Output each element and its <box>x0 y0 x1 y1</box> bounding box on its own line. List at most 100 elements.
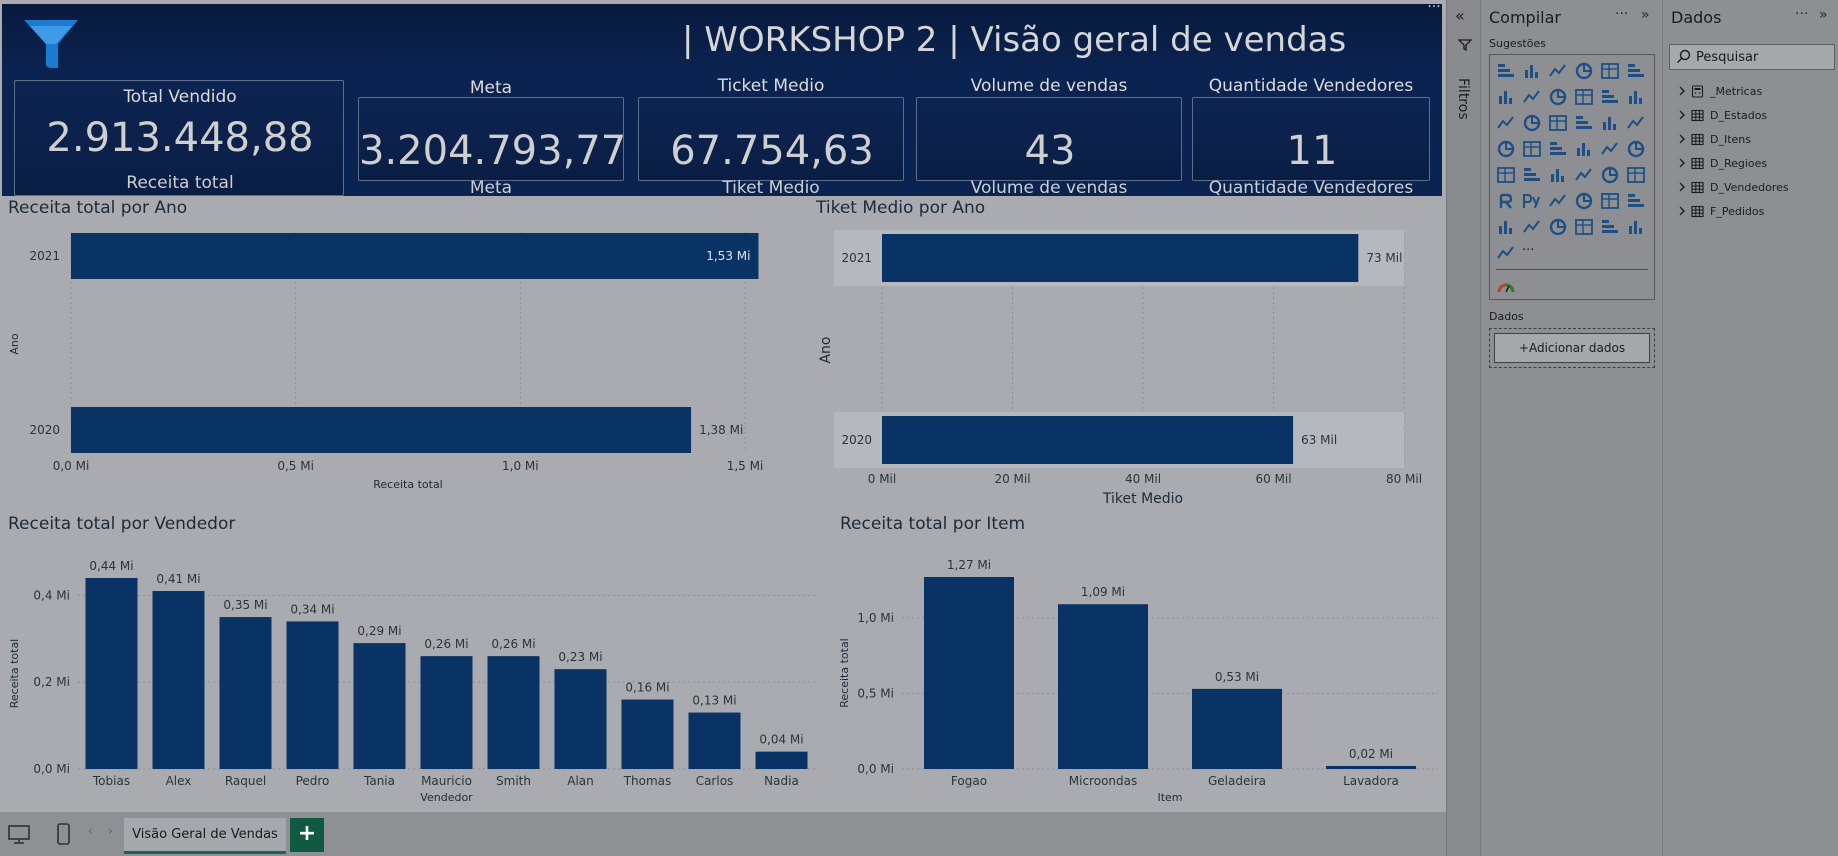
mobile-view-icon[interactable] <box>50 822 76 846</box>
kpi-card-meta[interactable]: 3.204.793,77 <box>358 97 626 181</box>
smart-narrative-icon[interactable] <box>1626 191 1646 211</box>
azure-map-icon[interactable] <box>1600 139 1620 159</box>
matrix-icon[interactable] <box>1626 165 1646 185</box>
card-icon[interactable] <box>1496 165 1516 185</box>
search-box[interactable] <box>1669 44 1835 70</box>
chevron-right-icon[interactable] <box>1677 133 1687 145</box>
key-influencers-icon[interactable] <box>1548 191 1568 211</box>
filled-map-icon[interactable] <box>1548 139 1568 159</box>
x-category-label: Alex <box>166 774 192 788</box>
build-more-options-icon[interactable]: ··· <box>1615 6 1628 22</box>
tab-scroll-right-icon[interactable]: › <box>108 824 113 838</box>
add-page-button[interactable]: + <box>290 818 324 852</box>
chevron-right-icon[interactable] <box>1677 85 1687 97</box>
kpi-card-quantidade-vendedores[interactable]: 11 <box>1192 97 1430 181</box>
collapse-filters-icon[interactable]: « <box>1455 6 1465 25</box>
scatter-icon[interactable] <box>1574 113 1594 133</box>
donut-icon[interactable] <box>1626 113 1646 133</box>
y-tick-label: 0,4 Mi <box>33 588 70 602</box>
visual-receita-por-vendedor[interactable]: Receita total por Vendedor 0,0 Mi 0,2 Mi 0… <box>0 512 824 812</box>
metrics-icon[interactable] <box>1600 217 1620 237</box>
add-data-button[interactable]: +Adicionar dados <box>1494 333 1650 363</box>
line-stacked-column-icon[interactable] <box>1600 87 1620 107</box>
visual-more-options-icon[interactable]: ··· <box>1424 0 1444 16</box>
search-input[interactable] <box>1696 48 1830 66</box>
funnel-logo-icon <box>24 20 78 72</box>
chevron-right-icon[interactable] <box>1677 181 1687 193</box>
treemap-icon[interactable] <box>1496 139 1516 159</box>
visual-ticket-por-ano[interactable]: Tiket Medio por Ano 0 Mil 20 Mil 40 Mil 60 … <box>812 196 1442 512</box>
table-item[interactable]: D_Itens <box>1677 130 1827 150</box>
kpi-subtitle: Tiket Medio <box>722 178 820 198</box>
power-apps-icon[interactable] <box>1548 217 1568 237</box>
table-icon <box>1691 109 1704 122</box>
stacked-bar-icon[interactable] <box>1496 61 1516 81</box>
kpi-card-volume-vendas[interactable]: 43 <box>916 97 1182 181</box>
ribbon-icon[interactable] <box>1548 87 1568 107</box>
table-item[interactable]: D_Vendedores <box>1677 178 1827 198</box>
kpi-card-total-vendido[interactable]: Total Vendido 2.913.448,88 Receita total <box>14 80 344 196</box>
power-bi-visual-icon[interactable] <box>1626 217 1646 237</box>
shape-map-icon[interactable] <box>1574 139 1594 159</box>
visual-receita-por-ano[interactable]: Receita total por Ano 0,0 Mi 0,5 Mi 1,0 Mi… <box>0 196 812 496</box>
x-category-label: Raquel <box>225 774 266 788</box>
paginated-report-icon[interactable] <box>1522 217 1542 237</box>
table-item[interactable]: D_Regioes <box>1677 154 1827 174</box>
clustered-bar-icon[interactable] <box>1548 61 1568 81</box>
table-item[interactable]: _Metricas <box>1677 82 1827 102</box>
visual-title: Receita total por Vendedor <box>8 514 236 534</box>
waterfall-icon[interactable] <box>1626 87 1646 107</box>
data-label: 0,26 Mi <box>491 637 535 651</box>
paginated-report-icon-graphic <box>1523 220 1540 233</box>
desktop-view-icon[interactable] <box>6 822 32 846</box>
line-chart-icon[interactable] <box>1496 87 1516 107</box>
line-column-icon[interactable] <box>1522 87 1542 107</box>
data-label: 0,53 Mi <box>1215 670 1259 684</box>
area-chart-icon-graphic <box>1575 89 1593 105</box>
data-label: 0,35 Mi <box>223 598 267 612</box>
stacked-area-icon[interactable] <box>1496 113 1516 133</box>
data-label: 0,02 Mi <box>1349 747 1393 761</box>
ribbon-icon-graphic <box>1549 88 1567 106</box>
clustered-column-icon[interactable] <box>1574 61 1594 81</box>
r-visual-icon[interactable] <box>1496 191 1516 211</box>
chevron-right-icon[interactable] <box>1677 109 1687 121</box>
data-expand-icon[interactable]: » <box>1819 7 1828 23</box>
python-visual-icon[interactable] <box>1522 191 1542 211</box>
kpi-icon[interactable] <box>1548 165 1568 185</box>
100-bar-icon[interactable] <box>1600 61 1620 81</box>
more-visuals-icon[interactable]: ··· <box>1522 243 1542 263</box>
decomposition-tree-icon[interactable] <box>1574 191 1594 211</box>
table-icon[interactable] <box>1600 165 1620 185</box>
x-category-label: Tobias <box>92 774 130 788</box>
chevron-right-icon[interactable] <box>1677 205 1687 217</box>
stacked-column-icon[interactable] <box>1522 61 1542 81</box>
funnel-icon[interactable] <box>1548 113 1568 133</box>
data-more-options-icon[interactable]: ··· <box>1795 6 1808 22</box>
narrative-chevron-icon[interactable] <box>1496 243 1516 263</box>
pie-icon[interactable] <box>1600 113 1620 133</box>
qna-icon[interactable] <box>1600 191 1620 211</box>
visual-title: Receita total por Item <box>840 514 1026 534</box>
kpi-card-ticket-medio[interactable]: 67.754,63 <box>638 97 904 181</box>
build-expand-icon[interactable]: » <box>1641 7 1650 23</box>
slicer-icon[interactable] <box>1574 165 1594 185</box>
gauge-icon[interactable] <box>1626 139 1646 159</box>
area-chart-icon[interactable] <box>1574 87 1594 107</box>
tab-visao-geral-de-vendas[interactable]: Visão Geral de Vendas <box>124 818 286 854</box>
page-title: | WORKSHOP 2 | Visão geral de vendas <box>682 20 1347 60</box>
visual-receita-por-item[interactable]: Receita total por Item 0,0 Mi 0,5 Mi 1,0 M… <box>836 512 1444 812</box>
power-automate-icon[interactable] <box>1574 217 1594 237</box>
chevron-right-icon[interactable] <box>1677 157 1687 169</box>
filters-label[interactable]: Filtros <box>1447 66 1481 146</box>
multirow-card-icon[interactable] <box>1522 165 1542 185</box>
column-line-icon[interactable] <box>1522 113 1542 133</box>
100-column-icon[interactable] <box>1626 61 1646 81</box>
x-tick-label: 40 Mil <box>1125 472 1161 486</box>
table-item[interactable]: F_Pedidos <box>1677 202 1827 222</box>
trophy-icon[interactable] <box>1496 217 1516 237</box>
tab-scroll-left-icon[interactable]: ‹ <box>88 824 93 838</box>
map-icon[interactable] <box>1522 139 1542 159</box>
custom-gauge-visual-icon[interactable] <box>1496 277 1516 297</box>
table-item[interactable]: D_Estados <box>1677 106 1827 126</box>
